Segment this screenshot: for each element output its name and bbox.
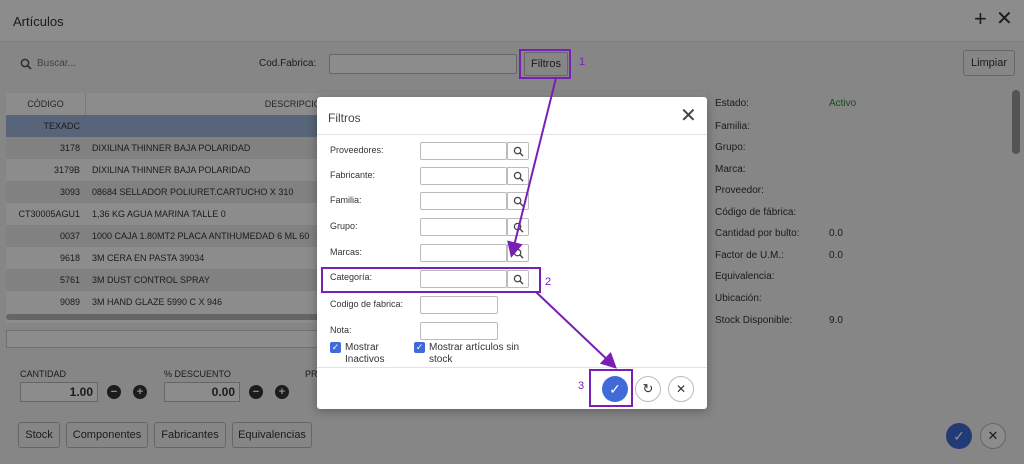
- divider: [317, 134, 707, 135]
- annotation-number-3: 3: [578, 380, 585, 392]
- familia-lookup-button[interactable]: [507, 192, 529, 210]
- categoria-label: Categoría:: [330, 272, 373, 282]
- dialog-title: Filtros: [328, 111, 361, 125]
- mostrar-inactivos-checkbox[interactable]: ✓: [330, 342, 341, 353]
- mostrar-sin-stock-checkbox[interactable]: ✓: [414, 342, 425, 353]
- search-icon: [513, 274, 524, 285]
- fabricante-lookup-button[interactable]: [507, 167, 529, 185]
- categoria-input[interactable]: [420, 270, 507, 288]
- close-icon[interactable]: ✕: [680, 106, 697, 126]
- fabricante-input[interactable]: [420, 167, 507, 185]
- nota-label: Nota:: [330, 325, 352, 335]
- filtros-dialog: Filtros ✕ Proveedores: Fabricante: Famil…: [317, 97, 707, 409]
- reset-filters-button[interactable]: ↻: [635, 376, 661, 402]
- fabricante-label: Fabricante:: [330, 170, 376, 180]
- search-icon: [513, 248, 524, 259]
- divider: [317, 367, 707, 368]
- proveedores-lookup-button[interactable]: [507, 142, 529, 160]
- marcas-lookup-button[interactable]: [507, 244, 529, 262]
- nota-input[interactable]: [420, 322, 498, 340]
- grupo-label: Grupo:: [330, 221, 358, 231]
- marcas-label: Marcas:: [330, 247, 363, 257]
- search-icon: [513, 146, 524, 157]
- marcas-input[interactable]: [420, 244, 507, 262]
- annotation-number-2: 2: [545, 276, 552, 288]
- mostrar-inactivos-label-2: Inactivos: [345, 354, 385, 365]
- annotation-number-1: 1: [579, 56, 586, 68]
- proveedores-input[interactable]: [420, 142, 507, 160]
- categoria-lookup-button[interactable]: [507, 270, 529, 288]
- search-icon: [513, 196, 524, 207]
- search-icon: [513, 222, 524, 233]
- grupo-input[interactable]: [420, 218, 507, 236]
- apply-filters-button[interactable]: ✓: [602, 376, 628, 402]
- grupo-lookup-button[interactable]: [507, 218, 529, 236]
- mostrar-sin-stock-label: Mostrar artículos sin: [429, 342, 520, 353]
- codigo-fabrica-input[interactable]: [420, 296, 498, 314]
- familia-input[interactable]: [420, 192, 507, 210]
- cancel-filters-button[interactable]: ✕: [668, 376, 694, 402]
- familia-label: Familia:: [330, 195, 362, 205]
- mostrar-inactivos-label: Mostrar: [345, 342, 379, 353]
- search-icon: [513, 171, 524, 182]
- codigo-fabrica-label: Codigo de fabrica:: [330, 299, 404, 309]
- proveedores-label: Proveedores:: [330, 145, 384, 155]
- mostrar-sin-stock-label-2: stock: [429, 354, 453, 365]
